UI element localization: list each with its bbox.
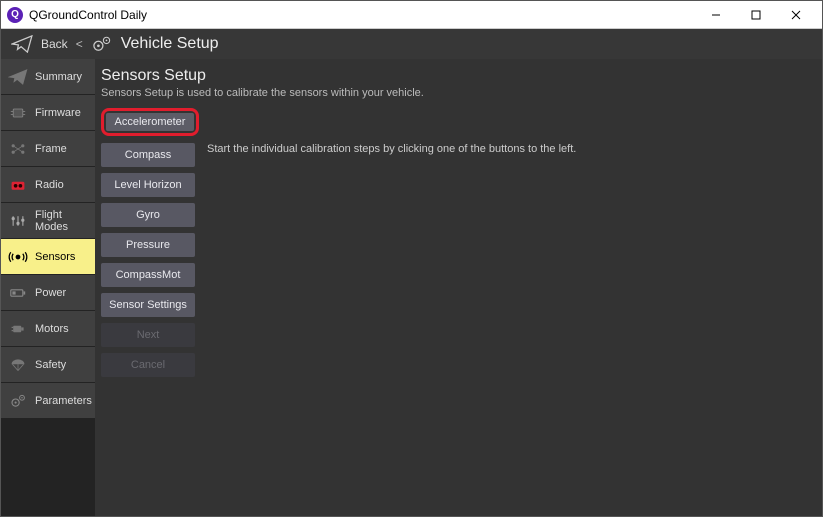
sidebar-item-summary[interactable]: Summary xyxy=(1,59,95,95)
page-title: Sensors Setup xyxy=(101,67,810,85)
gears-icon[interactable] xyxy=(91,35,113,53)
minimize-button[interactable] xyxy=(696,1,736,29)
sliders-icon xyxy=(7,210,29,232)
sidebar-item-radio[interactable]: Radio xyxy=(1,167,95,203)
back-chevron: < xyxy=(76,37,83,51)
maximize-button[interactable] xyxy=(736,1,776,29)
sidebar: Summary Firmware Frame Radio xyxy=(1,59,95,516)
frame-icon xyxy=(7,138,29,160)
sensors-icon xyxy=(7,246,29,268)
back-button[interactable]: Back xyxy=(41,37,68,51)
compass-mot-button[interactable]: CompassMot xyxy=(101,263,195,287)
sidebar-item-parameters[interactable]: Parameters xyxy=(1,383,95,419)
sidebar-item-firmware[interactable]: Firmware xyxy=(1,95,95,131)
sidebar-item-label: Power xyxy=(35,287,66,299)
sidebar-item-label: Sensors xyxy=(35,251,75,263)
accelerometer-button[interactable]: Accelerometer xyxy=(106,113,194,131)
level-horizon-button[interactable]: Level Horizon xyxy=(101,173,195,197)
window-title: QGroundControl Daily xyxy=(29,8,696,22)
app-body: Summary Firmware Frame Radio xyxy=(1,59,822,516)
cancel-button: Cancel xyxy=(101,353,195,377)
highlight-bar xyxy=(196,113,810,131)
pressure-button[interactable]: Pressure xyxy=(101,233,195,257)
app-window: Q QGroundControl Daily Back < xyxy=(0,0,823,517)
window-controls xyxy=(696,1,816,29)
next-button: Next xyxy=(101,323,195,347)
sidebar-item-label: Summary xyxy=(35,71,82,83)
content-area: Sensors Setup Sensors Setup is used to c… xyxy=(95,59,822,516)
gears-icon xyxy=(7,390,29,412)
sidebar-item-power[interactable]: Power xyxy=(1,275,95,311)
paper-plane-icon xyxy=(7,66,29,88)
sidebar-item-flight-modes[interactable]: Flight Modes xyxy=(1,203,95,239)
sidebar-item-motors[interactable]: Motors xyxy=(1,311,95,347)
sidebar-item-sensors[interactable]: Sensors xyxy=(1,239,95,275)
sidebar-item-label: Flight Modes xyxy=(35,209,89,233)
header-bar: Back < Vehicle Setup xyxy=(1,29,822,59)
page-subtitle: Sensors Setup is used to calibrate the s… xyxy=(101,87,810,99)
chip-icon xyxy=(7,102,29,124)
instructions-text: Start the individual calibration steps b… xyxy=(203,143,810,377)
sidebar-item-safety[interactable]: Safety xyxy=(1,347,95,383)
parachute-icon xyxy=(7,354,29,376)
highlight-box: Accelerometer xyxy=(101,108,199,136)
header-title: Vehicle Setup xyxy=(121,35,219,53)
sensor-row: Compass Level Horizon Gyro Pressure Comp… xyxy=(101,143,810,377)
sidebar-item-frame[interactable]: Frame xyxy=(1,131,95,167)
sidebar-item-label: Safety xyxy=(35,359,66,371)
sidebar-item-label: Radio xyxy=(35,179,64,191)
titlebar: Q QGroundControl Daily xyxy=(1,1,822,29)
highlight-row: Accelerometer xyxy=(101,109,810,135)
radio-icon xyxy=(7,174,29,196)
sidebar-item-label: Motors xyxy=(35,323,69,335)
close-button[interactable] xyxy=(776,1,816,29)
gyro-button[interactable]: Gyro xyxy=(101,203,195,227)
sidebar-item-label: Parameters xyxy=(35,395,92,407)
paper-plane-icon[interactable] xyxy=(11,35,33,53)
sidebar-item-label: Frame xyxy=(35,143,67,155)
compass-button[interactable]: Compass xyxy=(101,143,195,167)
app-icon: Q xyxy=(7,7,23,23)
sensor-settings-button[interactable]: Sensor Settings xyxy=(101,293,195,317)
sensor-button-column: Compass Level Horizon Gyro Pressure Comp… xyxy=(101,143,195,377)
motor-icon xyxy=(7,318,29,340)
sidebar-item-label: Firmware xyxy=(35,107,81,119)
battery-icon xyxy=(7,282,29,304)
